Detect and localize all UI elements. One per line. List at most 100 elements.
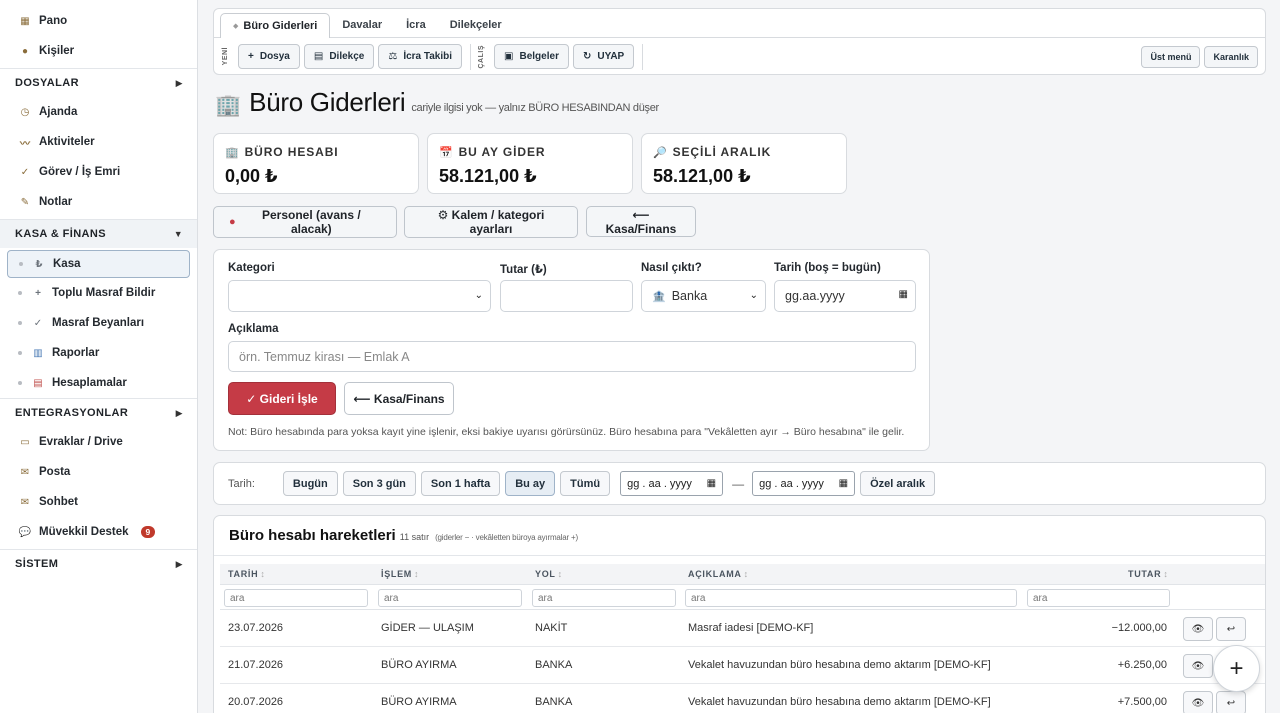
- cell-tarih: 23.07.2026: [228, 622, 284, 634]
- kalem-settings-button[interactable]: ⚙ Kalem / kategori ayarları: [404, 206, 578, 238]
- stat-value: 58.121,00 ₺: [439, 166, 537, 186]
- tab-icra[interactable]: İcra: [394, 13, 438, 37]
- dark-mode-button[interactable]: Karanlık: [1204, 45, 1258, 68]
- sidebar-item-sohbet[interactable]: ✉ Sohbet: [0, 487, 197, 517]
- col-tarih[interactable]: TARİH ↕: [228, 569, 266, 579]
- personel-button[interactable]: ● Personel (avans / alacak): [213, 206, 397, 238]
- top-menu-button[interactable]: Üst menü: [1141, 45, 1201, 68]
- filter-son-1-hafta-button[interactable]: Son 1 hafta: [420, 471, 501, 496]
- filter-bugun-button[interactable]: Bugün: [282, 471, 338, 496]
- filter-bu-ay-button[interactable]: Bu ay: [505, 471, 556, 496]
- stat-label: SEÇİLİ ARALIK: [672, 145, 772, 159]
- tutar-input[interactable]: [500, 280, 633, 312]
- filter-aciklama-input[interactable]: ara: [685, 589, 1017, 607]
- range-dash: —: [732, 476, 745, 491]
- aciklama-input[interactable]: örn. Temmuz kirası — Emlak A: [228, 341, 916, 372]
- new-icra-takibi-button[interactable]: ⚖ İcra Takibi: [378, 44, 463, 69]
- sort-icon: ↕: [260, 569, 266, 579]
- table-row[interactable]: 23.07.2026 GİDER — ULAŞIM NAKİT Masraf i…: [220, 610, 1265, 647]
- col-islem[interactable]: İŞLEM ↕: [381, 569, 419, 579]
- sidebar-item-kisiler[interactable]: ● Kişiler: [0, 36, 197, 66]
- sidebar-item-toplu-masraf[interactable]: + Toplu Masraf Bildir: [0, 278, 197, 308]
- tab-buro-giderleri[interactable]: ◆ Büro Giderleri: [220, 13, 331, 38]
- sidebar-item-raporlar[interactable]: ▥ Raporlar: [0, 338, 197, 368]
- col-aciklama[interactable]: AÇIKLAMA ↕: [688, 569, 749, 579]
- plus-icon: +: [248, 51, 254, 62]
- sidebar-item-notlar[interactable]: ✎ Notlar: [0, 187, 197, 217]
- sort-icon: ↕: [557, 569, 563, 579]
- expand-arrow-icon: ▶: [175, 407, 183, 418]
- table-row[interactable]: 21.07.2026 BÜRO AYIRMA BANKA Vekalet hav…: [220, 647, 1265, 684]
- building-icon: 🏢: [225, 147, 240, 159]
- tarih-input[interactable]: gg.aa.yyyy ▦: [774, 280, 916, 312]
- date-from-input[interactable]: gg . aa . yyyy ▦: [620, 471, 724, 496]
- save-expense-button[interactable]: ✓ Gideri İşle: [228, 382, 336, 415]
- transactions-table: TARİH ↕ İŞLEM ↕ YOL ↕ AÇIKLAMA ↕ TUTAR ↕ ara …: [220, 564, 1265, 713]
- section-dosyalar[interactable]: DOSYALAR ▶: [0, 68, 197, 97]
- back-kasa-finans-button[interactable]: ⟵ Kasa/Finans: [586, 206, 696, 237]
- view-eye-icon[interactable]: 👁: [1183, 654, 1213, 678]
- magnifier-icon: 🔎: [653, 147, 668, 159]
- nasil-select[interactable]: 🏦 Banka ⌄: [641, 280, 766, 312]
- expand-arrow-icon: ▶: [175, 558, 183, 569]
- sidebar-item-label: Pano: [39, 15, 68, 27]
- filter-son-3-gun-button[interactable]: Son 3 gün: [342, 471, 416, 496]
- calendar-icon: ▦: [706, 478, 717, 489]
- cell-tarih: 20.07.2026: [228, 696, 284, 708]
- section-kasa-finans[interactable]: KASA & FİNANS ▼: [0, 219, 197, 248]
- sort-icon: ↕: [414, 569, 420, 579]
- sidebar-item-masraf-beyanlari[interactable]: ✓ Masraf Beyanları: [0, 308, 197, 338]
- button-label: UYAP: [597, 51, 625, 62]
- sidebar-item-muvekkil-destek[interactable]: 💬 Müvekkil Destek 9: [0, 517, 197, 547]
- chevron-down-icon: ⌄: [474, 290, 483, 301]
- sidebar-item-aktiviteler[interactable]: 〰 Aktiviteler: [0, 127, 197, 157]
- sidebar-item-hesaplamalar[interactable]: ▤ Hesaplamalar: [0, 368, 197, 398]
- filter-islem-input[interactable]: ara: [378, 589, 522, 607]
- date-to-input[interactable]: gg . aa . yyyy ▦: [752, 471, 856, 496]
- uyap-button[interactable]: ↻ UYAP: [572, 44, 635, 69]
- stat-value: 0,00 ₺: [225, 166, 278, 186]
- col-label: YOL: [535, 569, 556, 579]
- view-eye-icon[interactable]: 👁: [1183, 617, 1213, 641]
- tab-davalar[interactable]: Davalar: [330, 13, 394, 37]
- sidebar-item-posta[interactable]: ✉ Posta: [0, 457, 197, 487]
- cell-aciklama: Vekalet havuzundan büro hesabına demo ak…: [688, 696, 991, 708]
- sidebar-item-gorev[interactable]: ✓ Görev / İş Emri: [0, 157, 197, 187]
- undo-arrow-icon[interactable]: ↩: [1216, 691, 1246, 713]
- view-eye-icon[interactable]: 👁: [1183, 691, 1213, 713]
- sidebar-item-kasa[interactable]: ₺ Kasa: [7, 250, 190, 278]
- cell-islem: BÜRO AYIRMA: [381, 696, 457, 708]
- filter-yol-input[interactable]: ara: [532, 589, 676, 607]
- back-kasa-finans-button-2[interactable]: ⟵ Kasa/Finans: [344, 382, 454, 415]
- sidebar-item-evraklar[interactable]: ▭ Evraklar / Drive: [0, 427, 197, 457]
- col-tutar[interactable]: TUTAR ↕: [1128, 569, 1169, 579]
- filter-tutar-input[interactable]: ara: [1027, 589, 1170, 607]
- col-yol[interactable]: YOL ↕: [535, 569, 563, 579]
- kategori-select[interactable]: ⌄: [228, 280, 491, 312]
- add-fab-button[interactable]: +: [1213, 645, 1260, 692]
- undo-arrow-icon[interactable]: ↩: [1216, 617, 1246, 641]
- page-title: Büro Giderleri: [249, 87, 406, 117]
- folder-icon: ▭: [20, 436, 30, 448]
- tab-dilekceler[interactable]: Dilekçeler: [438, 13, 514, 37]
- dashboard-icon: ▦: [20, 15, 30, 27]
- col-label: TARİH: [228, 569, 259, 579]
- section-entegrasyonlar[interactable]: ENTEGRASYONLAR ▶: [0, 398, 197, 427]
- filter-tarih-input[interactable]: ara: [224, 589, 368, 607]
- bullet: [18, 321, 22, 325]
- sidebar-item-ajanda[interactable]: ◷ Ajanda: [0, 97, 197, 127]
- sidebar-item-pano[interactable]: ▦ Pano: [0, 6, 197, 36]
- belgeler-button[interactable]: ▣ Belgeler: [494, 44, 569, 69]
- new-dosya-button[interactable]: + Dosya: [238, 44, 300, 69]
- section-sistem[interactable]: SİSTEM ▶: [0, 549, 197, 578]
- table-row[interactable]: 20.07.2026 BÜRO AYIRMA BANKA Vekalet hav…: [220, 684, 1265, 713]
- mail-icon: ✉: [20, 466, 30, 478]
- table-hint: (giderler − · vekâletten büroya ayırmala…: [435, 532, 578, 542]
- custom-range-button[interactable]: Özel aralık: [860, 471, 936, 496]
- date-placeholder: gg . aa . yyyy: [627, 477, 692, 490]
- new-dilekce-button[interactable]: ▤ Dilekçe: [303, 44, 375, 69]
- filter-tumu-button[interactable]: Tümü: [560, 471, 611, 496]
- calendar-icon: ▦: [838, 478, 849, 489]
- stat-label: BU AY GİDER: [458, 145, 546, 159]
- button-label: Dilekçe: [329, 51, 365, 62]
